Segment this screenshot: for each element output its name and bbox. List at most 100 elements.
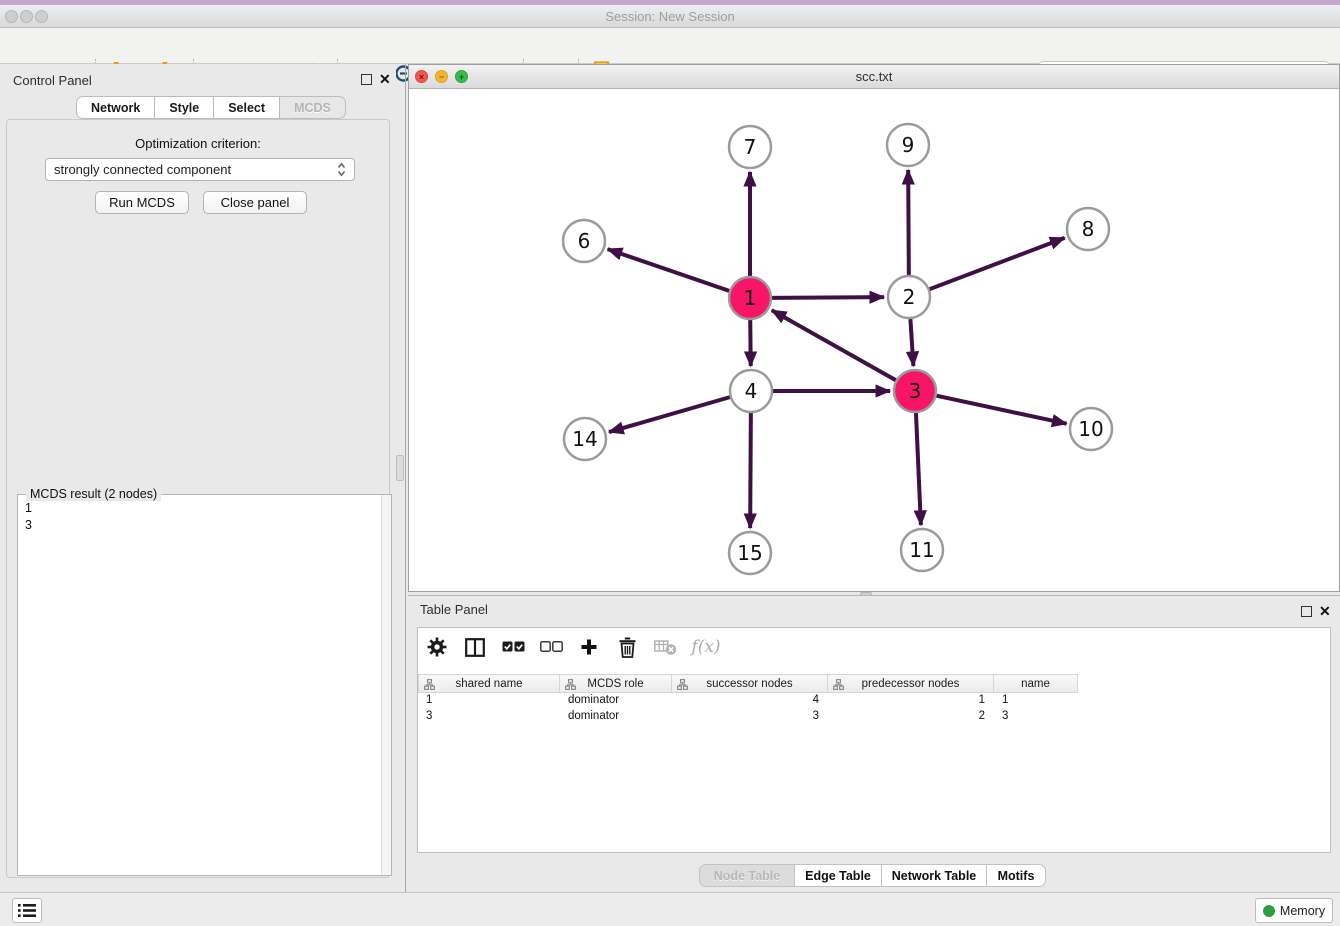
control-panel: Control Panel ✕ NetworkStyleSelectMCDS O… bbox=[0, 64, 396, 892]
optimization-criterion-label: Optimization criterion: bbox=[7, 136, 389, 151]
app-titlebar: Session: New Session bbox=[0, 5, 1340, 28]
toggle-columns-icon[interactable] bbox=[456, 638, 494, 657]
float-panel-icon[interactable] bbox=[361, 74, 372, 85]
graph-node-label-15: 15 bbox=[737, 541, 762, 565]
table-cell[interactable]: 1 bbox=[994, 693, 1078, 709]
select-stepper-icon bbox=[337, 162, 346, 177]
task-history-button[interactable] bbox=[12, 898, 42, 923]
graph-edge-2-9[interactable] bbox=[908, 170, 909, 275]
tab-style[interactable]: Style bbox=[154, 96, 214, 119]
tab-network[interactable]: Network bbox=[76, 96, 155, 119]
network-graph: 7 9 6 8 1 2 4 3 14 10 15 11 bbox=[409, 90, 1339, 592]
column-tree-icon bbox=[833, 679, 844, 690]
close-panel-icon[interactable]: ✕ bbox=[379, 71, 391, 87]
settings-gear-icon[interactable] bbox=[418, 637, 456, 657]
status-bar: Memory bbox=[0, 892, 1340, 926]
graph-node-label-11: 11 bbox=[909, 538, 934, 562]
column-header-label: name bbox=[1021, 678, 1050, 690]
column-tree-icon bbox=[565, 679, 576, 690]
memory-status-icon bbox=[1263, 905, 1275, 917]
graph-edge-1-6[interactable] bbox=[608, 249, 730, 291]
column-header-successor-nodes[interactable]: successor nodes bbox=[672, 674, 828, 693]
column-header-label: predecessor nodes bbox=[862, 678, 960, 690]
mcds-result-group: MCDS result (2 nodes) 1 3 bbox=[17, 494, 392, 876]
graph-edge-3-10[interactable] bbox=[937, 396, 1067, 424]
result-scrollbar[interactable] bbox=[381, 495, 391, 875]
graph-edge-4-14[interactable] bbox=[609, 397, 730, 432]
memory-label: Memory bbox=[1280, 904, 1325, 918]
table-cell[interactable]: dominator bbox=[560, 693, 672, 709]
list-icon bbox=[18, 903, 36, 918]
table-panel-title: Table Panel bbox=[420, 602, 488, 617]
graph-edge-1-2[interactable] bbox=[772, 297, 884, 298]
tab-network-table[interactable]: Network Table bbox=[881, 864, 987, 887]
network-canvas[interactable]: 7 9 6 8 1 2 4 3 14 10 15 11 bbox=[409, 90, 1339, 591]
table-toolbar: f(x) bbox=[418, 628, 1330, 666]
column-tree-icon bbox=[677, 679, 688, 690]
graph-node-label-8: 8 bbox=[1082, 217, 1095, 241]
column-tree-icon bbox=[424, 679, 435, 690]
table-header-row: shared name MCDS role successor nodes prede… bbox=[418, 674, 1078, 693]
control-panel-tabs: NetworkStyleSelectMCDS bbox=[76, 96, 346, 119]
graph-node-label-6: 6 bbox=[578, 229, 591, 253]
network-window-titlebar: × − + scc.txt bbox=[409, 65, 1339, 89]
network-view-title: scc.txt bbox=[409, 69, 1339, 84]
close-table-panel-icon[interactable]: ✕ bbox=[1319, 603, 1331, 619]
control-panel-title: Control Panel bbox=[13, 73, 92, 88]
mcds-tab-content: Optimization criterion: strongly connect… bbox=[6, 119, 390, 878]
run-mcds-button[interactable]: Run MCDS bbox=[95, 191, 189, 214]
graph-edge-2-8[interactable] bbox=[930, 238, 1065, 289]
graph-edge-2-3[interactable] bbox=[910, 319, 913, 366]
graph-edge-4-15[interactable] bbox=[750, 413, 751, 528]
window-title: Session: New Session bbox=[0, 9, 1340, 24]
add-column-icon[interactable] bbox=[570, 638, 608, 656]
select-all-rows-icon[interactable] bbox=[494, 641, 532, 653]
column-header-label: shared name bbox=[455, 678, 522, 690]
vertical-splitter[interactable] bbox=[405, 64, 406, 892]
table-row[interactable]: 3dominator323 bbox=[418, 709, 1078, 725]
float-table-panel-icon[interactable] bbox=[1301, 606, 1312, 617]
table-cell[interactable]: 3 bbox=[418, 709, 560, 725]
tab-edge-table[interactable]: Edge Table bbox=[794, 864, 882, 887]
mcds-result-text: 1 3 bbox=[19, 498, 380, 874]
vertical-splitter-handle[interactable] bbox=[396, 455, 404, 481]
close-panel-button[interactable]: Close panel bbox=[203, 191, 307, 214]
graph-node-label-2: 2 bbox=[903, 285, 916, 309]
delete-columns-icon[interactable] bbox=[608, 637, 646, 658]
table-cell[interactable]: 3 bbox=[672, 709, 828, 725]
table-cell[interactable]: 3 bbox=[994, 709, 1078, 725]
column-header-MCDS-role[interactable]: MCDS role bbox=[560, 674, 672, 693]
criterion-select[interactable]: strongly connected component bbox=[45, 158, 355, 181]
tab-motifs[interactable]: Motifs bbox=[986, 864, 1046, 887]
graph-node-label-7: 7 bbox=[744, 135, 757, 159]
table-panel: Table Panel ✕ bbox=[408, 595, 1340, 890]
table-cell[interactable]: dominator bbox=[560, 709, 672, 725]
table-row[interactable]: 1dominator411 bbox=[418, 693, 1078, 709]
graph-edge-3-1[interactable] bbox=[772, 310, 896, 380]
table-cell[interactable]: 1 bbox=[418, 693, 560, 709]
graph-node-label-10: 10 bbox=[1078, 417, 1103, 441]
network-view-window: × − + scc.txt 7 9 6 8 1 2 4 3 14 10 15 11 bbox=[408, 64, 1340, 592]
tab-node-table[interactable]: Node Table bbox=[699, 864, 795, 887]
graph-node-label-3: 3 bbox=[909, 379, 922, 403]
delete-table-icon bbox=[646, 639, 684, 656]
tab-select[interactable]: Select bbox=[213, 96, 280, 119]
graph-node-label-1: 1 bbox=[744, 286, 757, 310]
criterion-select-value: strongly connected component bbox=[54, 162, 337, 177]
graph-edge-3-11[interactable] bbox=[916, 413, 921, 525]
graph-node-label-9: 9 bbox=[902, 133, 915, 157]
table-cell[interactable]: 2 bbox=[828, 709, 994, 725]
graph-node-label-4: 4 bbox=[745, 379, 758, 403]
memory-button[interactable]: Memory bbox=[1255, 898, 1333, 923]
tab-mcds[interactable]: MCDS bbox=[279, 96, 346, 119]
column-header-label: successor nodes bbox=[706, 678, 792, 690]
column-header-predecessor-nodes[interactable]: predecessor nodes bbox=[828, 674, 994, 693]
column-header-name[interactable]: name bbox=[994, 674, 1078, 693]
table-cell[interactable]: 1 bbox=[828, 693, 994, 709]
deselect-all-rows-icon[interactable] bbox=[532, 641, 570, 653]
table-cell[interactable]: 4 bbox=[672, 693, 828, 709]
column-header-label: MCDS role bbox=[587, 678, 643, 690]
graph-node-label-14: 14 bbox=[572, 427, 597, 451]
column-header-shared-name[interactable]: shared name bbox=[418, 674, 560, 693]
function-builder-icon: f(x) bbox=[684, 637, 728, 657]
